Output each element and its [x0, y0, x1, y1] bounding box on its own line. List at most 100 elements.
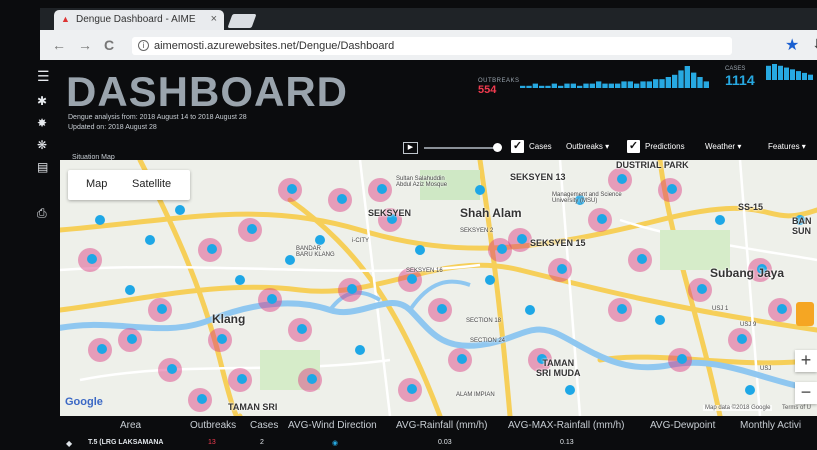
case-marker[interactable] [407, 384, 417, 394]
place-label: BAN SUN [792, 216, 812, 236]
case-marker[interactable] [157, 304, 167, 314]
close-tab-icon[interactable]: × [211, 13, 217, 25]
case-marker[interactable] [347, 284, 357, 294]
case-marker[interactable] [655, 315, 665, 325]
case-marker[interactable] [377, 184, 387, 194]
new-tab-button[interactable] [227, 14, 257, 28]
case-marker[interactable] [167, 364, 177, 374]
predictions-toggle-label[interactable]: Predictions [645, 142, 685, 151]
features-dropdown[interactable]: Features ▾ [768, 142, 806, 151]
case-marker[interactable] [407, 274, 417, 284]
browser-tab[interactable]: ▲ Dengue Dashboard - AIME × [54, 10, 224, 30]
case-marker[interactable] [475, 185, 485, 195]
column-header[interactable]: AVG-Rainfall (mm/h) [396, 420, 488, 431]
case-marker[interactable] [297, 324, 307, 334]
case-marker[interactable] [617, 174, 627, 184]
timeline-slider-handle[interactable] [493, 143, 502, 152]
column-header[interactable]: Area [120, 420, 141, 431]
reload-icon[interactable]: C [104, 37, 114, 53]
weather-dropdown[interactable]: Weather ▾ [705, 142, 741, 151]
column-header[interactable]: AVG-MAX-Rainfall (mm/h) [508, 420, 625, 431]
case-marker[interactable] [777, 304, 787, 314]
case-marker[interactable] [667, 184, 677, 194]
case-marker[interactable] [745, 385, 755, 395]
case-marker[interactable] [557, 264, 567, 274]
case-marker[interactable] [337, 194, 347, 204]
print-icon[interactable]: ⎙ [37, 206, 47, 221]
sparkline-bar [596, 81, 602, 88]
map-attribution: Map data ©2018 Google [703, 405, 773, 411]
cases-toggle-label[interactable]: Cases [529, 142, 552, 151]
case-marker[interactable] [127, 334, 137, 344]
case-marker[interactable] [617, 304, 627, 314]
case-marker[interactable] [267, 294, 277, 304]
case-marker[interactable] [247, 224, 257, 234]
download-icon[interactable]: ⬇ [812, 36, 817, 53]
case-marker[interactable] [95, 215, 105, 225]
case-marker[interactable] [307, 374, 317, 384]
url-field[interactable]: i aimemosti.azurewebsites.net/Dengue/Das… [132, 37, 732, 55]
map-tab[interactable]: Map [86, 178, 107, 190]
case-marker[interactable] [175, 205, 185, 215]
zoom-out-button[interactable]: − [795, 382, 817, 404]
case-marker[interactable] [517, 234, 527, 244]
sparkline-bar [653, 79, 659, 88]
case-marker[interactable] [677, 354, 687, 364]
case-marker[interactable] [737, 334, 747, 344]
case-marker[interactable] [87, 254, 97, 264]
column-header[interactable]: Cases [250, 420, 278, 431]
play-icon[interactable]: ▶ [403, 142, 418, 154]
column-header[interactable]: Outbreaks [190, 420, 236, 431]
case-marker[interactable] [637, 254, 647, 264]
case-marker[interactable] [315, 235, 325, 245]
sparkline-bar [640, 81, 646, 88]
case-marker[interactable] [457, 354, 467, 364]
case-marker[interactable] [237, 374, 247, 384]
outbreaks-dropdown[interactable]: Outbreaks ▾ [566, 142, 609, 151]
case-marker[interactable] [285, 255, 295, 265]
case-marker[interactable] [125, 285, 135, 295]
case-marker[interactable] [525, 305, 535, 315]
terms-link[interactable]: Terms of U [782, 405, 811, 411]
outbreaks-cell: 13 [208, 439, 216, 446]
case-marker[interactable] [485, 275, 495, 285]
case-marker[interactable] [217, 334, 227, 344]
back-icon[interactable]: ← [52, 37, 66, 53]
hamburger-icon[interactable]: ☰ [37, 68, 50, 85]
case-marker[interactable] [145, 235, 155, 245]
expand-icon[interactable]: ◆ [66, 439, 72, 448]
sparkline-bar [583, 83, 589, 88]
case-marker[interactable] [197, 394, 207, 404]
predictions-checkbox[interactable]: ✓ [627, 140, 640, 153]
case-marker[interactable] [497, 244, 507, 254]
timeline-slider-track[interactable] [424, 147, 496, 149]
zoom-in-button[interactable]: + [795, 350, 817, 372]
table-row[interactable]: ◆ T.5 (LRG LAKSAMANA 13 2 ◉ 0.03 0.13 [60, 436, 817, 450]
case-marker[interactable] [565, 385, 575, 395]
case-marker[interactable] [207, 244, 217, 254]
case-marker[interactable] [597, 214, 607, 224]
info-icon[interactable]: i [138, 40, 149, 51]
case-marker[interactable] [437, 304, 447, 314]
street-view-pegman-icon[interactable] [796, 302, 814, 326]
cases-checkbox[interactable]: ✓ [511, 140, 524, 153]
case-marker[interactable] [287, 184, 297, 194]
star-icon[interactable]: ★ [785, 35, 799, 55]
virus-icon[interactable]: ✸ [37, 116, 47, 130]
column-header[interactable]: Monthly Activi [740, 420, 801, 431]
situation-map[interactable]: Map Satellite SEKSYEN 13 DUSTRIAL PARK S… [60, 160, 817, 416]
case-marker[interactable] [235, 275, 245, 285]
bug-icon[interactable]: ❋ [37, 138, 47, 152]
column-header[interactable]: AVG-Dewpoint [650, 420, 715, 431]
forward-icon[interactable]: → [78, 37, 92, 53]
weather-icon[interactable]: ▤ [37, 160, 48, 174]
column-header[interactable]: AVG-Wind Direction [288, 420, 377, 431]
case-marker[interactable] [715, 215, 725, 225]
place-label: Subang Jaya [710, 266, 785, 280]
satellite-tab[interactable]: Satellite [132, 178, 171, 190]
case-marker[interactable] [415, 245, 425, 255]
mosquito-icon[interactable]: ✱ [37, 94, 47, 108]
case-marker[interactable] [97, 344, 107, 354]
case-marker[interactable] [355, 345, 365, 355]
case-marker[interactable] [697, 284, 707, 294]
